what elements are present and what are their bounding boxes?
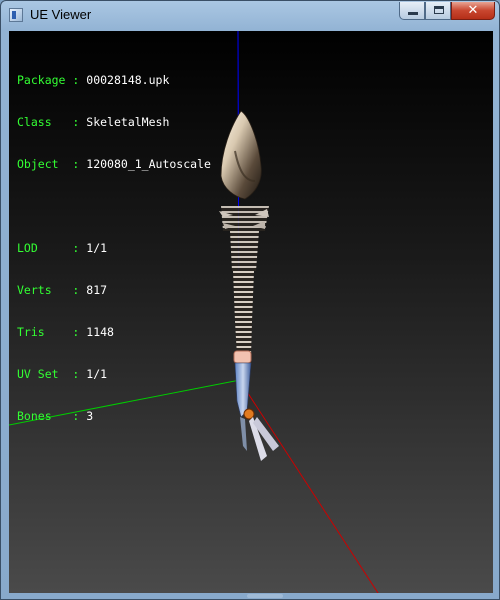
info-row-tris: Tris : 1148: [17, 325, 211, 339]
info-key: Verts: [17, 283, 66, 297]
minimize-icon: [408, 12, 418, 15]
spine-ribs: [219, 206, 269, 356]
info-key: Package: [17, 73, 66, 87]
info-row-bones: Bones : 3: [17, 409, 211, 423]
info-key: Class: [17, 115, 66, 129]
info-row-verts: Verts : 817: [17, 283, 211, 297]
skull: [220, 110, 262, 200]
info-row-class: Class : SkeletalMesh: [17, 115, 211, 129]
info-row-lod: LOD : 1/1: [17, 241, 211, 255]
app-window: UE Viewer ✕ Package: 00028148.upk Class…: [0, 0, 500, 600]
window-title: UE Viewer: [30, 7, 92, 22]
tail-base: [233, 350, 252, 364]
info-value: 3: [86, 409, 94, 423]
info-value: 1/1: [86, 241, 108, 255]
maximize-icon: [434, 6, 444, 14]
3d-viewport[interactable]: Package : 00028148.upk Class : SkeletalM…: [9, 31, 493, 593]
info-key: LOD: [17, 241, 66, 255]
title-bar[interactable]: UE Viewer ✕: [1, 1, 499, 31]
maximize-button[interactable]: [425, 2, 451, 20]
info-spacer: [17, 199, 211, 213]
caption-buttons: ✕: [399, 2, 495, 22]
info-value: 00028148.upk: [86, 73, 170, 87]
minimize-button[interactable]: [399, 2, 425, 20]
x-axis: [239, 380, 379, 593]
info-row-package: Package : 00028148.upk: [17, 73, 211, 87]
info-key: UV Set: [17, 367, 66, 381]
info-row-object: Object : 120080_1_Autoscale: [17, 157, 211, 171]
info-row-uvset: UV Set : 1/1: [17, 367, 211, 381]
info-key: Bones: [17, 409, 66, 423]
resize-grip[interactable]: [247, 594, 283, 598]
info-value: 120080_1_Autoscale: [86, 157, 211, 171]
info-value: 1148: [86, 325, 114, 339]
info-key: Object: [17, 157, 66, 171]
fish-skeleton-mesh: [219, 110, 279, 461]
info-value: 817: [86, 283, 108, 297]
app-icon: [9, 8, 23, 22]
info-value: 1/1: [86, 367, 108, 381]
info-key: Tris: [17, 325, 66, 339]
close-button[interactable]: ✕: [451, 2, 495, 20]
mesh-info-panel: Package : 00028148.upk Class : SkeletalM…: [17, 45, 211, 451]
close-icon: ✕: [467, 3, 479, 18]
info-value: SkeletalMesh: [86, 115, 170, 129]
